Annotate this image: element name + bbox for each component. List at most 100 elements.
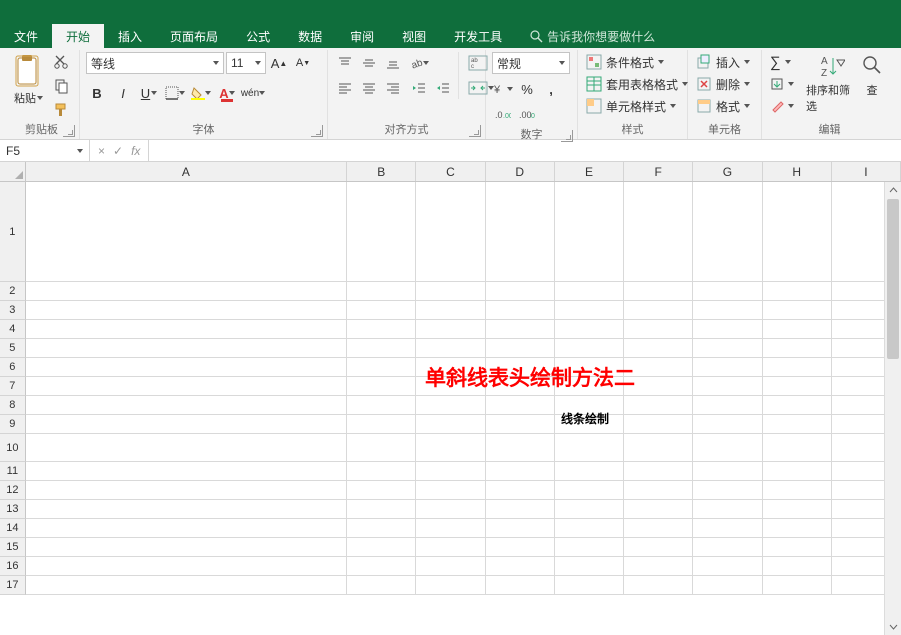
font-color-button[interactable]: A — [216, 82, 238, 104]
cell[interactable] — [555, 462, 624, 481]
cell[interactable] — [416, 434, 485, 462]
cell[interactable] — [763, 358, 832, 377]
select-all-corner[interactable] — [0, 162, 26, 181]
cell[interactable] — [26, 320, 347, 339]
cell[interactable] — [347, 301, 416, 320]
tell-me-search[interactable]: 告诉我你想要做什么 — [522, 24, 663, 48]
row-header[interactable]: 3 — [0, 301, 26, 320]
cell[interactable] — [624, 377, 693, 396]
cell[interactable] — [763, 481, 832, 500]
cell[interactable] — [555, 500, 624, 519]
cell[interactable] — [416, 481, 485, 500]
cell[interactable] — [763, 434, 832, 462]
cell[interactable] — [486, 576, 555, 595]
clear-button[interactable] — [768, 96, 796, 116]
cell[interactable] — [693, 500, 762, 519]
row-header[interactable]: 7 — [0, 377, 26, 396]
cell[interactable] — [26, 538, 347, 557]
cell[interactable] — [555, 339, 624, 358]
cell[interactable] — [763, 182, 832, 282]
italic-button[interactable]: I — [112, 82, 134, 104]
cell[interactable] — [347, 358, 416, 377]
align-bottom-button[interactable] — [382, 52, 404, 74]
cell[interactable] — [26, 434, 347, 462]
conditional-formatting-button[interactable]: 条件格式 — [584, 52, 690, 72]
cell[interactable] — [763, 282, 832, 301]
tab-developer[interactable]: 开发工具 — [440, 24, 516, 48]
find-select-button[interactable]: 查 — [862, 52, 882, 98]
cell[interactable] — [26, 415, 347, 434]
cell[interactable] — [416, 358, 485, 377]
cell-styles-button[interactable]: 单元格样式 — [584, 96, 690, 116]
cell[interactable] — [486, 182, 555, 282]
cell[interactable] — [763, 320, 832, 339]
tab-insert[interactable]: 插入 — [104, 24, 156, 48]
cell[interactable] — [624, 538, 693, 557]
phonetic-guide-button[interactable]: wén — [242, 82, 264, 104]
tab-data[interactable]: 数据 — [284, 24, 336, 48]
col-header-A[interactable]: A — [26, 162, 347, 181]
cell[interactable] — [693, 576, 762, 595]
cell[interactable] — [624, 415, 693, 434]
cell[interactable] — [347, 576, 416, 595]
cell[interactable] — [624, 396, 693, 415]
cell[interactable] — [347, 320, 416, 339]
row-header[interactable]: 2 — [0, 282, 26, 301]
percent-button[interactable]: % — [516, 78, 538, 100]
decrease-font-button[interactable]: A▼ — [292, 52, 314, 74]
cell[interactable] — [624, 282, 693, 301]
cell[interactable] — [26, 519, 347, 538]
font-size-select[interactable]: 11 — [226, 52, 266, 74]
dialog-launcher-icon[interactable] — [311, 125, 323, 137]
cell[interactable] — [624, 500, 693, 519]
cell[interactable] — [763, 462, 832, 481]
tab-review[interactable]: 审阅 — [336, 24, 388, 48]
cell[interactable] — [693, 182, 762, 282]
cell[interactable] — [693, 339, 762, 358]
cancel-formula-button[interactable]: × — [98, 144, 105, 158]
cell[interactable] — [693, 415, 762, 434]
decrease-decimal-button[interactable]: .00.0 — [516, 104, 538, 126]
row-header[interactable]: 12 — [0, 481, 26, 500]
row-header[interactable]: 1 — [0, 182, 26, 282]
cell[interactable] — [486, 434, 555, 462]
cell[interactable] — [693, 358, 762, 377]
cell[interactable] — [486, 396, 555, 415]
cell[interactable] — [763, 377, 832, 396]
col-header-G[interactable]: G — [693, 162, 762, 181]
cell[interactable] — [763, 557, 832, 576]
increase-font-button[interactable]: A▲ — [268, 52, 290, 74]
cell[interactable] — [416, 500, 485, 519]
cell[interactable] — [693, 538, 762, 557]
cell[interactable] — [26, 396, 347, 415]
cell[interactable] — [555, 182, 624, 282]
cell[interactable] — [555, 282, 624, 301]
cell[interactable] — [763, 538, 832, 557]
row-header[interactable]: 5 — [0, 339, 26, 358]
cell[interactable] — [486, 301, 555, 320]
align-left-button[interactable] — [334, 77, 356, 99]
fill-button[interactable] — [768, 74, 796, 94]
cell[interactable] — [26, 282, 347, 301]
align-right-button[interactable] — [382, 77, 404, 99]
cell[interactable] — [624, 339, 693, 358]
insert-function-button[interactable]: fx — [131, 144, 140, 158]
format-as-table-button[interactable]: 套用表格格式 — [584, 74, 690, 94]
col-header-D[interactable]: D — [486, 162, 555, 181]
dialog-launcher-icon[interactable] — [469, 125, 481, 137]
cell[interactable] — [555, 434, 624, 462]
cell[interactable] — [555, 358, 624, 377]
accounting-format-button[interactable]: ¥ — [492, 78, 514, 100]
cell[interactable] — [624, 434, 693, 462]
cell[interactable] — [486, 557, 555, 576]
col-header-B[interactable]: B — [347, 162, 416, 181]
dialog-launcher-icon[interactable] — [561, 130, 573, 142]
cell[interactable] — [26, 481, 347, 500]
cell[interactable] — [693, 320, 762, 339]
enter-formula-button[interactable]: ✓ — [113, 144, 123, 158]
cell[interactable] — [693, 377, 762, 396]
cell[interactable] — [26, 462, 347, 481]
cell[interactable] — [486, 538, 555, 557]
col-header-I[interactable]: I — [832, 162, 901, 181]
cell[interactable] — [26, 500, 347, 519]
